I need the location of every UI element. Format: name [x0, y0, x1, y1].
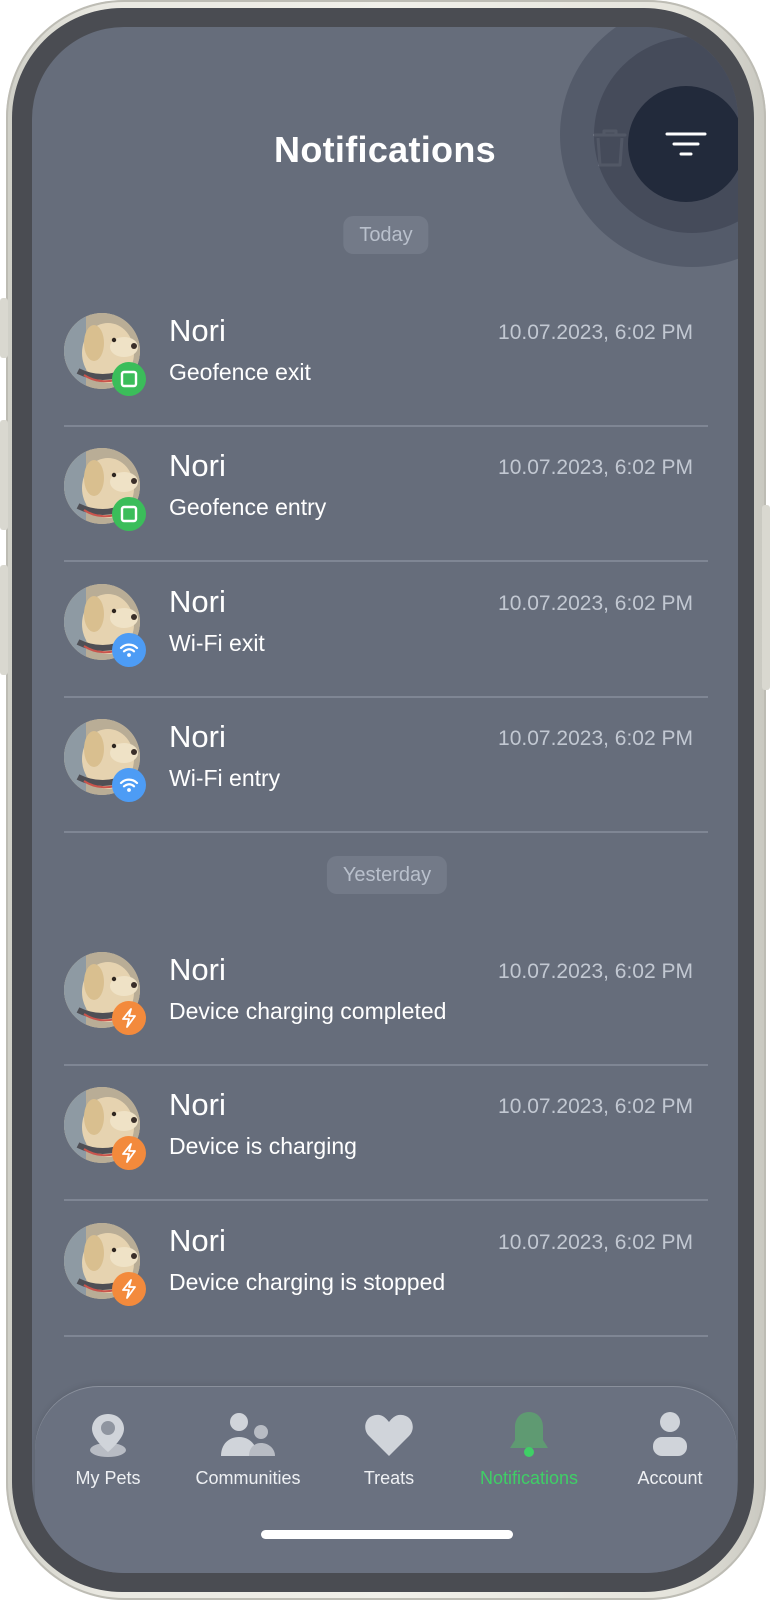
- event-type-badge: [112, 1136, 146, 1170]
- event-description: Wi-Fi entry: [169, 765, 281, 791]
- heart-icon: [365, 1414, 413, 1456]
- tab-label: My Pets: [75, 1468, 141, 1488]
- tab-my-pets[interactable]: My Pets: [38, 1410, 178, 1489]
- event-timestamp: 10.07.2023, 6:02 PM: [498, 727, 693, 750]
- pet-name: Nori: [169, 448, 226, 483]
- event-timestamp: 10.07.2023, 6:02 PM: [498, 960, 693, 983]
- row-divider: [64, 831, 708, 833]
- pet-name: Nori: [169, 1087, 226, 1122]
- event-timestamp: 10.07.2023, 6:02 PM: [498, 592, 693, 615]
- pet-name: Nori: [169, 1223, 226, 1258]
- event-description: Geofence entry: [169, 494, 327, 520]
- app-screen: Notifications Today Yesterday Nori Geofen…: [32, 27, 738, 1573]
- event-timestamp: 10.07.2023, 6:02 PM: [498, 456, 693, 479]
- tab-label: Account: [637, 1468, 703, 1488]
- event-timestamp: 10.07.2023, 6:02 PM: [498, 1231, 693, 1254]
- event-type-badge: [112, 768, 146, 802]
- person-icon: [653, 1412, 687, 1456]
- tab-notifications[interactable]: Notifications: [459, 1410, 599, 1489]
- event-type-badge: [112, 633, 146, 667]
- event-type-badge: [112, 497, 146, 531]
- home-indicator: [261, 1530, 513, 1539]
- notification-row[interactable]: Nori Wi-Fi exit 10.07.2023, 6:02 PM: [64, 562, 708, 698]
- bell-icon: [510, 1412, 548, 1457]
- section-label-today: Today: [343, 216, 429, 254]
- event-timestamp: 10.07.2023, 6:02 PM: [498, 321, 693, 344]
- event-timestamp: 10.07.2023, 6:02 PM: [498, 1095, 693, 1118]
- pet-name: Nori: [169, 313, 226, 348]
- tab-label: Treats: [363, 1468, 415, 1488]
- tab-communities[interactable]: Communities: [178, 1410, 318, 1489]
- event-description: Device is charging: [169, 1133, 357, 1159]
- tab-account[interactable]: Account: [600, 1410, 738, 1489]
- filter-button[interactable]: [628, 86, 738, 202]
- volume-down-button: [0, 565, 8, 675]
- filter-icon: [665, 132, 707, 156]
- tab-label: Notifications: [479, 1468, 579, 1488]
- mute-switch: [0, 298, 8, 358]
- notification-row[interactable]: Nori Device charging completed 10.07.2023,…: [64, 930, 708, 1066]
- lightning-icon: [122, 1008, 136, 1028]
- wifi-icon: [119, 643, 139, 657]
- map-pin-icon: [90, 1414, 126, 1457]
- notification-row[interactable]: Nori Device is charging 10.07.2023, 6:02 P…: [64, 1065, 708, 1201]
- event-type-badge: [112, 362, 146, 396]
- row-divider: [64, 1335, 708, 1337]
- event-description: Device charging completed: [169, 998, 447, 1024]
- tab-treats[interactable]: Treats: [319, 1410, 459, 1489]
- lightning-icon: [122, 1143, 136, 1163]
- pet-name: Nori: [169, 584, 226, 619]
- notification-row[interactable]: Nori Geofence exit 10.07.2023, 6:02 PM: [64, 291, 708, 427]
- notification-row[interactable]: Nori Geofence entry 10.07.2023, 6:02 PM: [64, 426, 708, 562]
- event-type-badge: [112, 1001, 146, 1035]
- pet-name: Nori: [169, 952, 226, 987]
- wifi-icon: [119, 778, 139, 792]
- event-description: Device charging is stopped: [169, 1269, 446, 1295]
- notification-row[interactable]: Nori Wi-Fi entry 10.07.2023, 6:02 PM: [64, 697, 708, 833]
- people-icon: [221, 1413, 275, 1456]
- power-button: [762, 505, 770, 690]
- bottom-tab-bar: My Pets Communities Treats Notifications…: [35, 1386, 737, 1573]
- volume-up-button: [0, 420, 8, 530]
- notification-row[interactable]: Nori Device charging is stopped 10.07.2023…: [64, 1201, 708, 1337]
- event-description: Wi-Fi exit: [169, 630, 265, 656]
- geofence-icon: [120, 370, 138, 388]
- lightning-icon: [122, 1279, 136, 1299]
- tab-label: Communities: [195, 1468, 301, 1488]
- section-label-yesterday: Yesterday: [326, 856, 448, 894]
- event-description: Geofence exit: [169, 359, 311, 385]
- event-type-badge: [112, 1272, 146, 1306]
- geofence-icon: [120, 505, 138, 523]
- pet-name: Nori: [169, 719, 226, 754]
